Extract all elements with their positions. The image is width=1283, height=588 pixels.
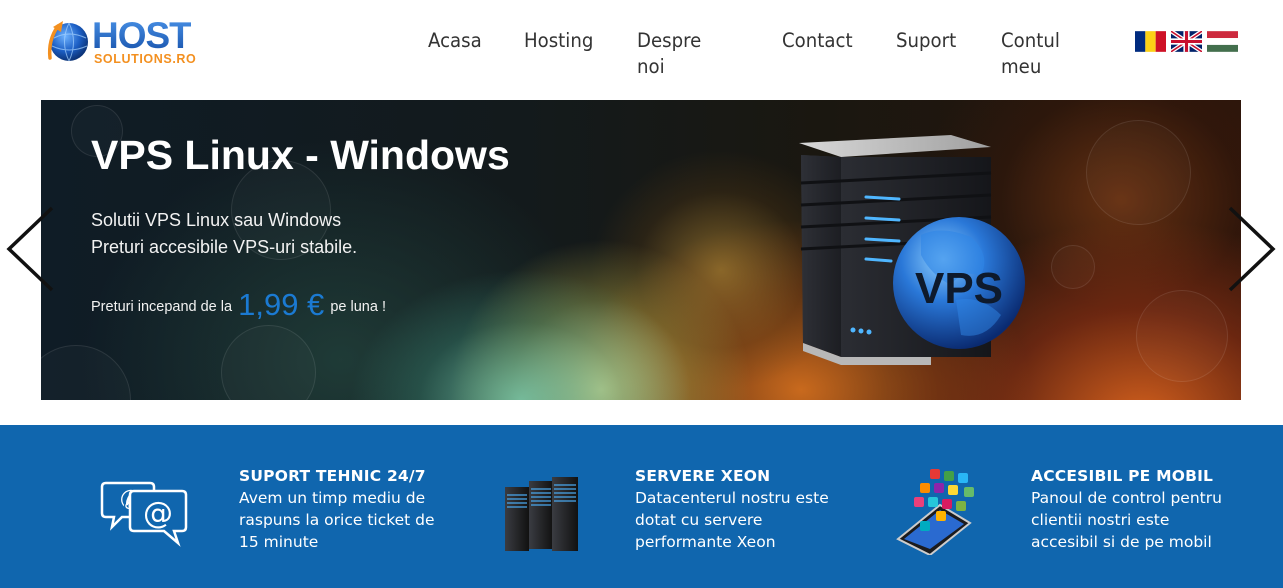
site-header: HOST SOLUTIONS.RO Acasa Hosting Despre n… (0, 0, 1283, 100)
vps-badge-text: VPS (915, 264, 1003, 313)
decorative-circle (1051, 245, 1095, 289)
price-amount: 1,99 € (238, 287, 325, 322)
slide-title: VPS Linux - Windows (91, 132, 510, 178)
nav-item-contul-meu[interactable]: Contul meu (1001, 28, 1060, 80)
feature-xeon: SERVERE XEON Datacenterul nostru este do… (400, 425, 829, 588)
logo-text-sub: SOLUTIONS.RO (94, 52, 197, 66)
features-bar: ✆ @ SUPORT TEHNIC 24/7 Avem un timp medi… (0, 425, 1283, 588)
decorative-circle (41, 345, 131, 400)
slide-price: Preturi incepand de la 1,99 € pe luna ! (91, 285, 386, 327)
flag-romania-icon[interactable] (1135, 31, 1166, 52)
nav-item-hosting[interactable]: Hosting (524, 28, 593, 54)
feature-title: SERVERE XEON (635, 467, 771, 485)
nav-item-suport[interactable]: Suport (896, 28, 956, 54)
nav-item-acasa[interactable]: Acasa (428, 28, 482, 54)
slide-description: Solutii VPS Linux sau Windows Preturi ac… (91, 207, 357, 261)
support-chat-icon: ✆ @ (100, 481, 188, 547)
price-prefix: Preturi incepand de la (91, 299, 233, 315)
logo-text-main: HOST (92, 15, 192, 56)
server-rack-icon (505, 477, 578, 551)
feature-support: ✆ @ SUPORT TEHNIC 24/7 Avem un timp medi… (0, 425, 435, 588)
mobile-apps-icon (896, 469, 974, 555)
svg-text:@: @ (143, 496, 173, 531)
chevron-right-icon[interactable] (1228, 205, 1278, 293)
nav-item-despre-noi[interactable]: Despre noi (637, 28, 701, 80)
decorative-circle (1136, 290, 1228, 382)
slide-desc-line-1: Solutii VPS Linux sau Windows (91, 210, 342, 230)
globe-logo-icon (47, 21, 88, 62)
feature-title: SUPORT TEHNIC 24/7 (239, 467, 426, 485)
vps-server-illustration: VPS (799, 135, 1025, 365)
hero-slider: VPS Linux - Windows Solutii VPS Linux sa… (41, 100, 1241, 400)
flag-hungary-icon[interactable] (1207, 31, 1238, 52)
feature-text: Panoul de control pentru clientii nostri… (1031, 489, 1222, 551)
flag-uk-icon[interactable] (1171, 31, 1202, 52)
nav-item-contact[interactable]: Contact (782, 28, 853, 54)
feature-title: ACCESIBIL PE MOBIL (1031, 467, 1214, 485)
decorative-circle (1086, 120, 1191, 225)
slide-desc-line-2: Preturi accesibile VPS-uri stabile. (91, 237, 358, 257)
price-suffix: pe luna ! (330, 299, 386, 315)
chevron-left-icon[interactable] (4, 205, 54, 293)
language-switcher (1135, 31, 1238, 52)
decorative-circle (221, 325, 316, 400)
feature-mobile: ACCESIBIL PE MOBIL Panoul de control pen… (800, 425, 1222, 588)
site-logo[interactable]: HOST SOLUTIONS.RO (44, 16, 214, 68)
